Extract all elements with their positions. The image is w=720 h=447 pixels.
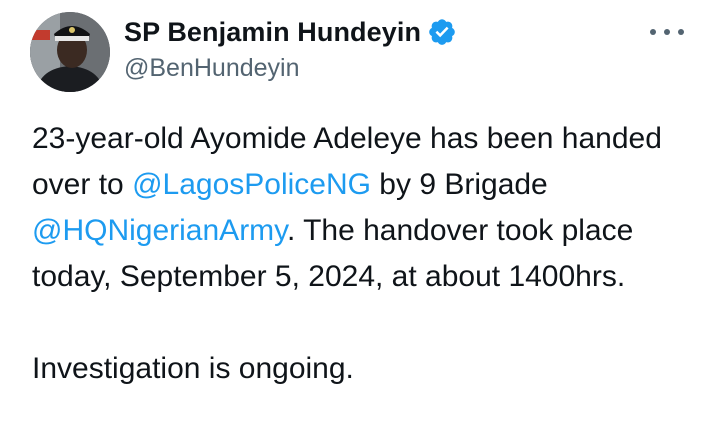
- tweet-card: SP Benjamin Hundeyin @BenHundeyin 23-yea…: [0, 0, 720, 447]
- mention-link-nigerian-army[interactable]: @HQNigerianArmy: [32, 214, 287, 247]
- more-dot: [678, 29, 684, 35]
- more-dot: [664, 29, 670, 35]
- author-display-name[interactable]: SP Benjamin Hundeyin: [124, 17, 421, 48]
- author-name-row: SP Benjamin Hundeyin: [124, 14, 457, 50]
- avatar[interactable]: [30, 12, 110, 92]
- verified-badge-icon: [427, 17, 457, 47]
- tweet-paragraph-1: 23-year-old Ayomide Adeleye has been han…: [32, 116, 692, 300]
- tweet-text-segment: by 9 Brigade: [370, 168, 548, 201]
- tweet-text: 23-year-old Ayomide Adeleye has been han…: [32, 116, 692, 392]
- tweet-paragraph-2: Investigation is ongoing.: [32, 352, 354, 385]
- avatar-image: [30, 12, 110, 92]
- mention-link-lagos-police[interactable]: @LagosPoliceNG: [132, 168, 371, 201]
- more-dot: [650, 29, 656, 35]
- author-handle[interactable]: @BenHundeyin: [124, 54, 300, 83]
- more-options-icon[interactable]: [650, 20, 684, 44]
